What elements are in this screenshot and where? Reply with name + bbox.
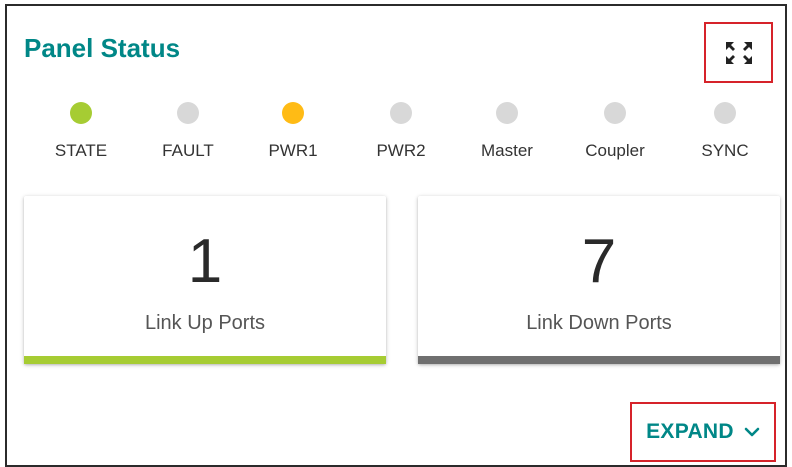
led-pwr1: PWR1 (243, 102, 343, 161)
link-down-ports-label: Link Down Ports (526, 312, 672, 334)
led-coupler-dot (604, 102, 626, 124)
fullscreen-icon (725, 41, 752, 64)
led-sync-label: SYNC (701, 141, 749, 160)
led-pwr2-label: PWR2 (376, 141, 426, 160)
link-up-ports-card: 1 Link Up Ports (24, 196, 386, 364)
link-down-ports-count: 7 (581, 227, 617, 296)
led-state: STATE (31, 102, 131, 161)
led-coupler: Coupler (565, 102, 665, 161)
led-coupler-label: Coupler (585, 141, 645, 160)
led-master-dot (496, 102, 518, 124)
link-up-ports-label: Link Up Ports (144, 312, 266, 334)
led-fault-dot (177, 102, 199, 124)
link-down-ports-bar (418, 356, 780, 364)
expand-button-label: EXPAND (646, 420, 734, 443)
led-indicator-row: STATE FAULT PWR1 PWR2 Master Coupler SYN… (7, 102, 789, 172)
led-pwr1-dot (282, 102, 304, 124)
link-up-ports-count: 1 (187, 227, 223, 296)
led-pwr1-label: PWR1 (268, 141, 318, 160)
led-sync: SYNC (675, 102, 775, 161)
led-master-label: Master (481, 141, 533, 160)
led-pwr2-dot (390, 102, 412, 124)
link-down-ports-card: 7 Link Down Ports (418, 196, 780, 364)
led-fault-label: FAULT (162, 141, 214, 160)
led-sync-dot (714, 102, 736, 124)
fullscreen-button[interactable] (704, 22, 773, 83)
expand-button[interactable]: EXPAND (630, 402, 776, 462)
led-state-label: STATE (54, 141, 108, 160)
led-state-dot (70, 102, 92, 124)
link-up-ports-bar (24, 356, 386, 364)
chevron-down-icon (744, 427, 760, 437)
led-fault: FAULT (138, 102, 238, 161)
panel-status-widget: Panel Status STATE FAULT PWR1 PWR2 Maste… (5, 4, 787, 467)
led-pwr2: PWR2 (351, 102, 451, 161)
led-master: Master (457, 102, 557, 161)
panel-title: Panel Status (24, 33, 181, 63)
